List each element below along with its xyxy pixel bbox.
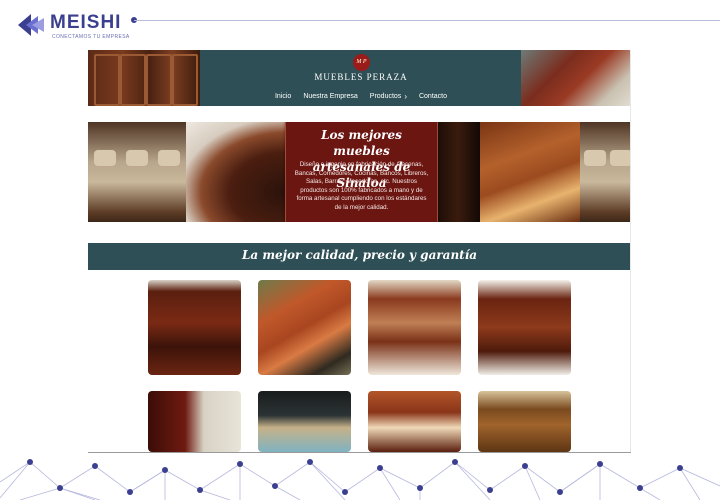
nav-label: Inicio (274, 92, 292, 100)
section-band: La mejor calidad, precio y garantía (88, 243, 631, 270)
product-tile-dining-room[interactable] (368, 391, 461, 452)
hero-description: Diseño e ingenio en fabricación de Alace… (294, 161, 429, 211)
main-nav: Inicio Nuestra Empresa Productos › Contac… (258, 90, 464, 102)
section-title: La mejor calidad, precio y garantía (241, 248, 478, 262)
nav-nuestra-empresa[interactable]: Nuestra Empresa (303, 90, 357, 102)
brand-name: MEISHI (50, 12, 122, 33)
product-tile-library-shelves[interactable] (478, 391, 571, 452)
product-tile-wine-bar-table[interactable] (478, 280, 571, 375)
site-header: M P MUEBLES PERAZA Inicio Nuestra Empres… (88, 50, 631, 106)
website-screenshot: M P MUEBLES PERAZA Inicio Nuestra Empres… (88, 50, 631, 452)
nav-label: Contacto (418, 92, 448, 100)
nav-inicio[interactable]: Inicio (275, 90, 291, 102)
site-edge (630, 50, 631, 452)
product-tile-garden-bench[interactable] (258, 280, 351, 375)
meishi-logo-icon (18, 14, 44, 36)
hero-photo-sofa-right (580, 122, 631, 222)
hero-photo-dark-wood (436, 122, 480, 222)
nav-label: Nuestra Empresa (303, 92, 358, 100)
hero-caption: Los mejores muebles artesanales de Sinal… (285, 122, 438, 222)
header-photo-cabinet (88, 50, 200, 106)
site-title[interactable]: MUEBLES PERAZA (258, 72, 464, 82)
product-tile-hutch-cabinet[interactable] (148, 280, 241, 375)
header-photo-dining (521, 50, 631, 106)
chevron-right-icon: › (404, 91, 407, 101)
nav-label: Productos (369, 92, 402, 100)
hero-banner: Los mejores muebles artesanales de Sinal… (88, 122, 631, 222)
nav-contacto[interactable]: Contacto (419, 90, 447, 102)
hero-photo-sofa-left (88, 122, 186, 222)
meishi-logo: MEISHI CONECTAMOS TU EMPRESA (18, 12, 138, 40)
product-tile-modern-kitchen[interactable] (258, 391, 351, 452)
product-tile-dining-chairs[interactable] (368, 280, 461, 375)
network-nodes-icon (0, 459, 720, 500)
site-logo[interactable]: M P (353, 54, 370, 71)
hero-photo-kitchen (480, 122, 580, 222)
product-tile-display-cabinet[interactable] (148, 391, 241, 452)
header-rule (134, 20, 720, 21)
brand-tagline: CONECTAMOS TU EMPRESA (52, 34, 130, 40)
hero-photo-curved-cabinet (186, 122, 286, 222)
nav-productos[interactable]: Productos › (370, 90, 407, 102)
